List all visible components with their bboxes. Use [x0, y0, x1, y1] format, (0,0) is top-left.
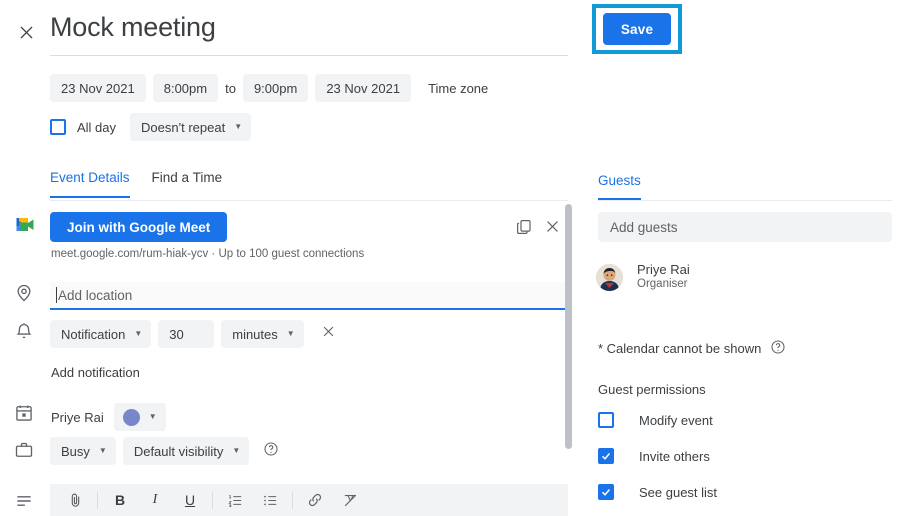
editor-tabs: Event Details Find a Time [50, 170, 222, 198]
meet-details-text: meet.google.com/rum-hiak-ycv · Up to 100… [51, 248, 365, 260]
notification-unit-dropdown[interactable]: minutes ▼ [221, 320, 304, 348]
guests-tab-divider [598, 200, 892, 201]
invite-others-checkbox[interactable] [598, 448, 614, 464]
description-toolbar: B I U [50, 484, 568, 516]
guest-meta: Priye Rai Organiser [637, 262, 690, 292]
location-text-cursor [56, 287, 57, 303]
briefcase-icon [14, 440, 36, 462]
availability-row: Busy ▼ Default visibility ▼ [50, 437, 279, 465]
to-label: to [225, 80, 236, 96]
remove-conference-icon[interactable] [544, 218, 561, 240]
attach-icon[interactable] [62, 487, 88, 513]
notification-unit-value: minutes [232, 326, 278, 342]
bell-icon [14, 322, 36, 344]
underline-icon[interactable]: U [177, 487, 203, 513]
link-icon[interactable] [302, 487, 328, 513]
busy-status-value: Busy [61, 443, 90, 459]
event-title-input[interactable] [50, 10, 568, 56]
notification-row: Notification ▼ 30 minutes ▼ [50, 320, 336, 348]
repeat-dropdown[interactable]: Doesn't repeat ▼ [130, 113, 252, 141]
chevron-down-icon: ▼ [98, 446, 107, 455]
color-swatch [122, 408, 140, 426]
calendar-icon [14, 403, 36, 425]
add-notification-button[interactable]: Add notification [51, 365, 140, 380]
add-guests-input[interactable] [598, 212, 892, 242]
time-zone-button[interactable]: Time zone [428, 81, 488, 96]
all-day-row: All day Doesn't repeat ▼ [50, 113, 252, 141]
toolbar-divider [97, 491, 98, 509]
calendar-owner-row: Priye Rai ▼ [51, 403, 166, 431]
guest-permissions-list: Modify event Invite others See guest lis… [598, 407, 717, 505]
tabs-divider [50, 200, 568, 201]
google-meet-icon [14, 214, 36, 236]
italic-icon[interactable]: I [142, 487, 168, 513]
permission-label: See guest list [639, 484, 718, 500]
toolbar-divider [292, 491, 293, 509]
chevron-down-icon: ▼ [232, 446, 241, 455]
event-color-dropdown[interactable]: ▼ [113, 403, 166, 431]
chevron-down-icon: ▼ [148, 412, 157, 421]
bold-icon[interactable]: B [107, 487, 133, 513]
guest-list-item: Priye Rai Organiser [596, 262, 690, 292]
location-pin-icon [14, 283, 36, 305]
repeat-value: Doesn't repeat [141, 119, 226, 135]
tab-guests[interactable]: Guests [598, 172, 641, 200]
help-circle-icon[interactable] [263, 441, 279, 462]
chevron-down-icon: ▼ [134, 329, 143, 338]
guest-role: Organiser [637, 278, 688, 290]
avatar [596, 263, 623, 291]
permission-see-guest-list[interactable]: See guest list [598, 479, 717, 505]
tab-event-details[interactable]: Event Details [50, 170, 130, 198]
join-with-google-meet-button[interactable]: Join with Google Meet [50, 212, 228, 242]
visibility-dropdown[interactable]: Default visibility ▼ [122, 437, 250, 465]
end-time-chip[interactable]: 9:00pm [242, 74, 309, 102]
tab-find-a-time[interactable]: Find a Time [152, 170, 223, 198]
busy-status-dropdown[interactable]: Busy ▼ [50, 437, 116, 465]
toolbar-divider [212, 491, 213, 509]
event-editor-page: Save 23 Nov 2021 8:00pm to 9:00pm 23 Nov… [0, 0, 900, 516]
help-circle-icon[interactable] [770, 339, 786, 358]
visibility-value: Default visibility [133, 443, 224, 459]
calendar-cannot-be-shown-note: * Calendar cannot be shown [598, 339, 786, 358]
clear-formatting-icon[interactable] [337, 487, 363, 513]
title-wrap [50, 10, 568, 56]
numbered-list-icon[interactable] [222, 487, 248, 513]
notification-type-dropdown[interactable]: Notification ▼ [50, 320, 152, 348]
permission-invite-others[interactable]: Invite others [598, 443, 717, 469]
save-button[interactable]: Save [603, 13, 671, 45]
permission-modify-event[interactable]: Modify event [598, 407, 717, 433]
permission-label: Invite others [639, 448, 710, 464]
start-date-chip[interactable]: 23 Nov 2021 [50, 74, 146, 102]
end-date-chip[interactable]: 23 Nov 2021 [315, 74, 412, 102]
guest-name: Priye Rai [637, 262, 690, 277]
all-day-label: All day [77, 119, 117, 135]
see-guest-list-checkbox[interactable] [598, 484, 614, 500]
close-icon[interactable] [13, 19, 39, 45]
chevron-down-icon: ▼ [234, 122, 243, 131]
description-lines-icon [14, 491, 36, 513]
schedule-chips: 23 Nov 2021 8:00pm to 9:00pm 23 Nov 2021… [50, 74, 488, 102]
remove-notification-icon[interactable] [321, 324, 336, 344]
notification-amount-input[interactable]: 30 [158, 320, 215, 348]
location-input[interactable] [50, 282, 568, 310]
copy-link-icon[interactable] [515, 218, 533, 241]
modify-event-checkbox[interactable] [598, 412, 614, 428]
calendar-owner-name: Priye Rai [51, 409, 104, 425]
guest-permissions-title: Guest permissions [598, 382, 706, 397]
start-time-chip[interactable]: 8:00pm [152, 74, 219, 102]
calendar-note-text: * Calendar cannot be shown [598, 341, 762, 356]
tab-guests-label: Guests [598, 173, 641, 200]
notification-type-value: Notification [61, 326, 126, 342]
all-day-checkbox[interactable] [50, 119, 66, 135]
bulleted-list-icon[interactable] [257, 487, 283, 513]
vertical-scrollbar[interactable] [565, 204, 572, 449]
chevron-down-icon: ▼ [286, 329, 295, 338]
permission-label: Modify event [639, 412, 713, 428]
